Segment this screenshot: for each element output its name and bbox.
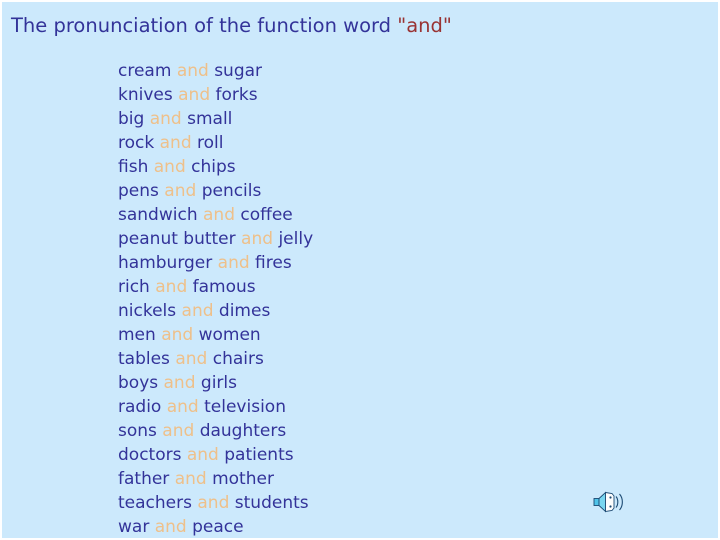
- pair-left-word: tables: [118, 349, 170, 369]
- word-pair-list: cream and sugar knives and forks big and…: [118, 59, 588, 538]
- slide-canvas: The pronunciation of the function word "…: [0, 0, 720, 540]
- pair-conjunction: and: [153, 157, 186, 177]
- speaker-sound-icon[interactable]: [592, 487, 626, 517]
- pair-left-word: rich: [118, 277, 150, 297]
- list-item: big and small: [118, 107, 588, 131]
- pair-right-word: peace: [192, 517, 244, 537]
- pair-right-word: jelly: [278, 229, 314, 249]
- list-item: nickels and dimes: [118, 299, 588, 323]
- pair-left-word: boys: [118, 373, 159, 393]
- slide-title: The pronunciation of the function word "…: [11, 11, 713, 41]
- pair-conjunction: and: [161, 325, 194, 345]
- pair-left-word: rock: [118, 133, 155, 153]
- list-item: rock and roll: [118, 131, 588, 155]
- pair-left-word: war: [118, 517, 150, 537]
- pair-conjunction: and: [217, 253, 250, 273]
- pair-right-word: students: [234, 493, 309, 513]
- list-item: teachers and students: [118, 491, 588, 515]
- pair-right-word: patients: [224, 445, 294, 465]
- list-item: peanut butter and jelly: [118, 227, 588, 251]
- pair-right-word: roll: [197, 133, 224, 153]
- pair-right-word: forks: [215, 85, 258, 105]
- pair-conjunction: and: [175, 349, 208, 369]
- pair-conjunction: and: [186, 445, 219, 465]
- pair-left-word: hamburger: [118, 253, 213, 273]
- list-item: men and women: [118, 323, 588, 347]
- pair-conjunction: and: [163, 373, 196, 393]
- list-item: fish and chips: [118, 155, 588, 179]
- pair-right-word: women: [198, 325, 261, 345]
- pair-right-word: girls: [200, 373, 237, 393]
- list-item: hamburger and fires: [118, 251, 588, 275]
- pair-conjunction: and: [155, 277, 188, 297]
- pair-right-word: small: [187, 109, 233, 129]
- pair-left-word: father: [118, 469, 170, 489]
- pair-left-word: fish: [118, 157, 149, 177]
- pair-conjunction: and: [162, 421, 195, 441]
- pair-left-word: teachers: [118, 493, 192, 513]
- list-item: sandwich and coffee: [118, 203, 588, 227]
- pair-conjunction: and: [176, 61, 209, 81]
- pair-left-word: radio: [118, 397, 162, 417]
- pair-conjunction: and: [203, 205, 235, 225]
- pair-right-word: sugar: [214, 61, 263, 81]
- pair-left-word: big: [118, 109, 145, 129]
- list-item: cream and sugar: [118, 59, 588, 83]
- pair-left-word: doctors: [118, 445, 182, 465]
- pair-right-word: chairs: [212, 349, 264, 369]
- list-item: doctors and patients: [118, 443, 588, 467]
- pair-right-word: television: [204, 397, 286, 417]
- title-prefix-text: The pronunciation of the function word: [11, 14, 398, 37]
- pair-left-word: sons: [118, 421, 157, 441]
- pair-right-word: fires: [255, 253, 292, 273]
- list-item: father and mother: [118, 467, 588, 491]
- pair-right-word: dimes: [218, 301, 271, 321]
- pair-conjunction: and: [154, 517, 187, 537]
- pair-conjunction: and: [174, 469, 207, 489]
- pair-right-word: daughters: [199, 421, 287, 441]
- pair-conjunction: and: [149, 109, 182, 129]
- pair-right-word: chips: [191, 157, 236, 177]
- list-item: knives and forks: [118, 83, 588, 107]
- list-item: war and peace: [118, 515, 588, 538]
- pair-left-word: peanut butter: [118, 229, 236, 249]
- list-item: radio and television: [118, 395, 588, 419]
- list-item: rich and famous: [118, 275, 588, 299]
- pair-conjunction: and: [164, 181, 197, 201]
- pair-right-word: famous: [192, 277, 256, 297]
- title-accent-word: "and": [397, 14, 452, 37]
- pair-right-word: pencils: [201, 181, 262, 201]
- list-item: boys and girls: [118, 371, 588, 395]
- list-item: tables and chairs: [118, 347, 588, 371]
- pair-left-word: nickels: [118, 301, 177, 321]
- pair-left-word: knives: [118, 85, 173, 105]
- list-item: sons and daughters: [118, 419, 588, 443]
- pair-conjunction: and: [241, 229, 274, 249]
- pair-conjunction: and: [166, 397, 199, 417]
- pair-left-word: pens: [118, 181, 159, 201]
- pair-conjunction: and: [178, 85, 211, 105]
- pair-left-word: sandwich: [118, 205, 198, 225]
- pair-conjunction: and: [181, 301, 214, 321]
- pair-conjunction: and: [197, 493, 230, 513]
- list-item: pens and pencils: [118, 179, 588, 203]
- pair-right-word: mother: [212, 469, 274, 489]
- pair-conjunction: and: [159, 133, 192, 153]
- pair-left-word: cream: [118, 61, 172, 81]
- pair-left-word: men: [118, 325, 156, 345]
- page-title: The pronunciation of the function word "…: [11, 15, 452, 37]
- pair-right-word: coffee: [240, 205, 293, 225]
